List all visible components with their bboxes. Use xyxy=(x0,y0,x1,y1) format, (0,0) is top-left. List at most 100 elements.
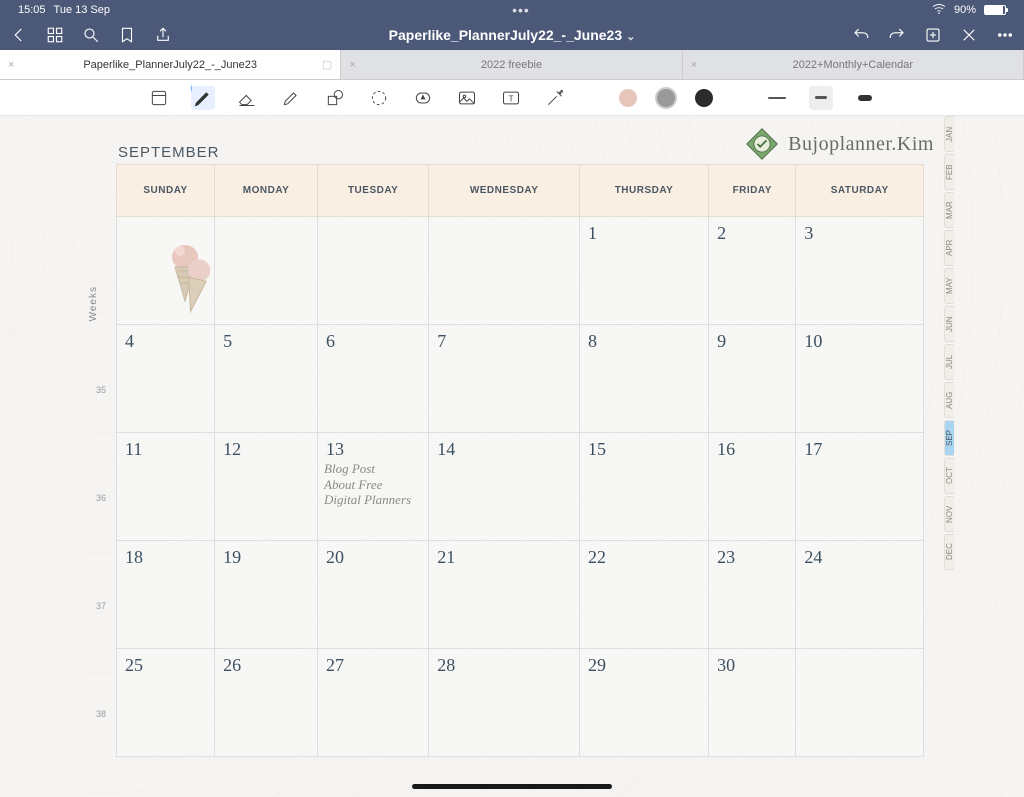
month-tab-may[interactable]: MAY xyxy=(944,268,954,304)
day-cell[interactable]: 19 xyxy=(215,541,318,649)
day-cell[interactable]: 1 xyxy=(579,217,708,325)
day-header[interactable]: THURSDAY xyxy=(579,165,708,217)
stroke-medium-icon[interactable] xyxy=(809,86,833,110)
day-cell[interactable]: 15 xyxy=(579,433,708,541)
tab-close-icon[interactable]: × xyxy=(691,59,697,71)
back-icon[interactable] xyxy=(10,26,28,44)
month-tab-sep[interactable]: SEP xyxy=(944,420,954,456)
day-cell[interactable]: 5 xyxy=(215,325,318,433)
day-cell[interactable]: 17 xyxy=(796,433,924,541)
day-cell[interactable]: 2 xyxy=(709,217,796,325)
day-header[interactable]: WEDNESDAY xyxy=(429,165,580,217)
day-number: 11 xyxy=(125,439,142,460)
page-canvas[interactable]: Bujoplanner.Kim SEPTEMBER Weeks 35 36 37… xyxy=(0,116,1024,797)
day-number: 27 xyxy=(326,655,344,676)
day-cell[interactable]: 30 xyxy=(709,649,796,757)
day-cell[interactable]: 25 xyxy=(117,649,215,757)
day-cell[interactable]: 10 xyxy=(796,325,924,433)
battery-icon xyxy=(984,5,1006,15)
day-cell[interactable]: 8 xyxy=(579,325,708,433)
lasso-tool-icon[interactable] xyxy=(367,86,391,110)
search-icon[interactable] xyxy=(82,26,100,44)
month-tab-mar[interactable]: MAR xyxy=(944,192,954,228)
battery-pct: 90% xyxy=(954,4,976,16)
month-tab-jul[interactable]: JUL xyxy=(944,344,954,380)
day-cell[interactable]: 16 xyxy=(709,433,796,541)
day-cell[interactable] xyxy=(318,217,429,325)
day-cell[interactable] xyxy=(796,649,924,757)
day-cell[interactable]: 24 xyxy=(796,541,924,649)
color-swatch-1[interactable] xyxy=(619,89,637,107)
day-header[interactable]: MONDAY xyxy=(215,165,318,217)
month-tab-aug[interactable]: AUG xyxy=(944,382,954,418)
eraser-tool-icon[interactable] xyxy=(235,86,259,110)
day-header[interactable]: SUNDAY xyxy=(117,165,215,217)
day-cell[interactable]: 6 xyxy=(318,325,429,433)
chevron-down-icon: ⌄ xyxy=(626,31,635,43)
day-cell[interactable]: 20 xyxy=(318,541,429,649)
day-cell[interactable]: 7 xyxy=(429,325,580,433)
day-cell[interactable]: 28 xyxy=(429,649,580,757)
highlighter-tool-icon[interactable] xyxy=(279,86,303,110)
day-cell[interactable]: 13Blog Post About Free Digital Planners xyxy=(318,433,429,541)
share-icon[interactable] xyxy=(154,26,172,44)
day-cell[interactable]: 12 xyxy=(215,433,318,541)
tab-0[interactable]: × Paperlike_PlannerJuly22_-_June23 ▢ xyxy=(0,50,341,79)
month-tab-apr[interactable]: APR xyxy=(944,230,954,266)
pen-tool-icon[interactable]: ᚼ xyxy=(191,86,215,110)
day-header[interactable]: TUESDAY xyxy=(318,165,429,217)
day-header[interactable]: SATURDAY xyxy=(796,165,924,217)
shape-tool-icon[interactable] xyxy=(323,86,347,110)
day-cell[interactable]: 9 xyxy=(709,325,796,433)
day-cell[interactable]: 27 xyxy=(318,649,429,757)
brand-text: Bujoplanner.Kim xyxy=(788,133,934,156)
home-indicator[interactable] xyxy=(412,784,612,789)
day-number: 4 xyxy=(125,331,134,352)
month-tab-feb[interactable]: FEB xyxy=(944,154,954,190)
text-tool-icon[interactable]: T xyxy=(499,86,523,110)
tab-2[interactable]: × 2022+Monthly+Calendar xyxy=(683,50,1024,79)
undo-icon[interactable] xyxy=(852,26,870,44)
day-cell[interactable]: 4 xyxy=(117,325,215,433)
add-page-icon[interactable] xyxy=(924,26,942,44)
day-cell[interactable]: 29 xyxy=(579,649,708,757)
day-cell[interactable]: 22 xyxy=(579,541,708,649)
day-cell[interactable]: 21 xyxy=(429,541,580,649)
color-swatch-3[interactable] xyxy=(695,89,713,107)
day-cell[interactable]: 23 xyxy=(709,541,796,649)
day-cell[interactable]: 11 xyxy=(117,433,215,541)
readonly-mode-icon[interactable] xyxy=(147,86,171,110)
day-cell[interactable] xyxy=(429,217,580,325)
month-tab-jan[interactable]: JAN xyxy=(944,116,954,152)
day-cell[interactable] xyxy=(215,217,318,325)
close-icon[interactable] xyxy=(960,26,978,44)
month-tab-oct[interactable]: OCT xyxy=(944,458,954,494)
tab-1[interactable]: × 2022 freebie xyxy=(341,50,682,79)
month-tab-jun[interactable]: JUN xyxy=(944,306,954,342)
day-cell[interactable]: 14 xyxy=(429,433,580,541)
more-icon[interactable] xyxy=(996,26,1014,44)
redo-icon[interactable] xyxy=(888,26,906,44)
bookmark-icon[interactable] xyxy=(118,26,136,44)
document-title[interactable]: Paperlike_PlannerJuly22_-_June23⌄ xyxy=(260,27,764,43)
stroke-thin-icon[interactable] xyxy=(765,86,789,110)
tab-close-icon[interactable]: × xyxy=(8,59,14,71)
image-tool-icon[interactable] xyxy=(455,86,479,110)
week-number: 38 xyxy=(88,660,114,768)
stroke-thick-icon[interactable] xyxy=(853,86,877,110)
elements-tool-icon[interactable] xyxy=(411,86,435,110)
month-tab-dec[interactable]: DEC xyxy=(944,534,954,570)
day-header[interactable]: FRIDAY xyxy=(709,165,796,217)
status-time: 15:05 xyxy=(18,4,46,16)
tab-label: Paperlike_PlannerJuly22_-_June23 xyxy=(83,59,257,71)
grid-icon[interactable] xyxy=(46,26,64,44)
laser-tool-icon[interactable] xyxy=(543,86,567,110)
tab-close-icon[interactable]: × xyxy=(349,59,355,71)
day-cell[interactable]: 18 xyxy=(117,541,215,649)
day-cell[interactable]: 3 xyxy=(796,217,924,325)
week-number-column: 35 36 37 38 39 xyxy=(88,336,114,797)
day-cell[interactable] xyxy=(117,217,215,325)
day-cell[interactable]: 26 xyxy=(215,649,318,757)
color-swatch-2[interactable] xyxy=(657,89,675,107)
month-tab-nov[interactable]: NOV xyxy=(944,496,954,532)
